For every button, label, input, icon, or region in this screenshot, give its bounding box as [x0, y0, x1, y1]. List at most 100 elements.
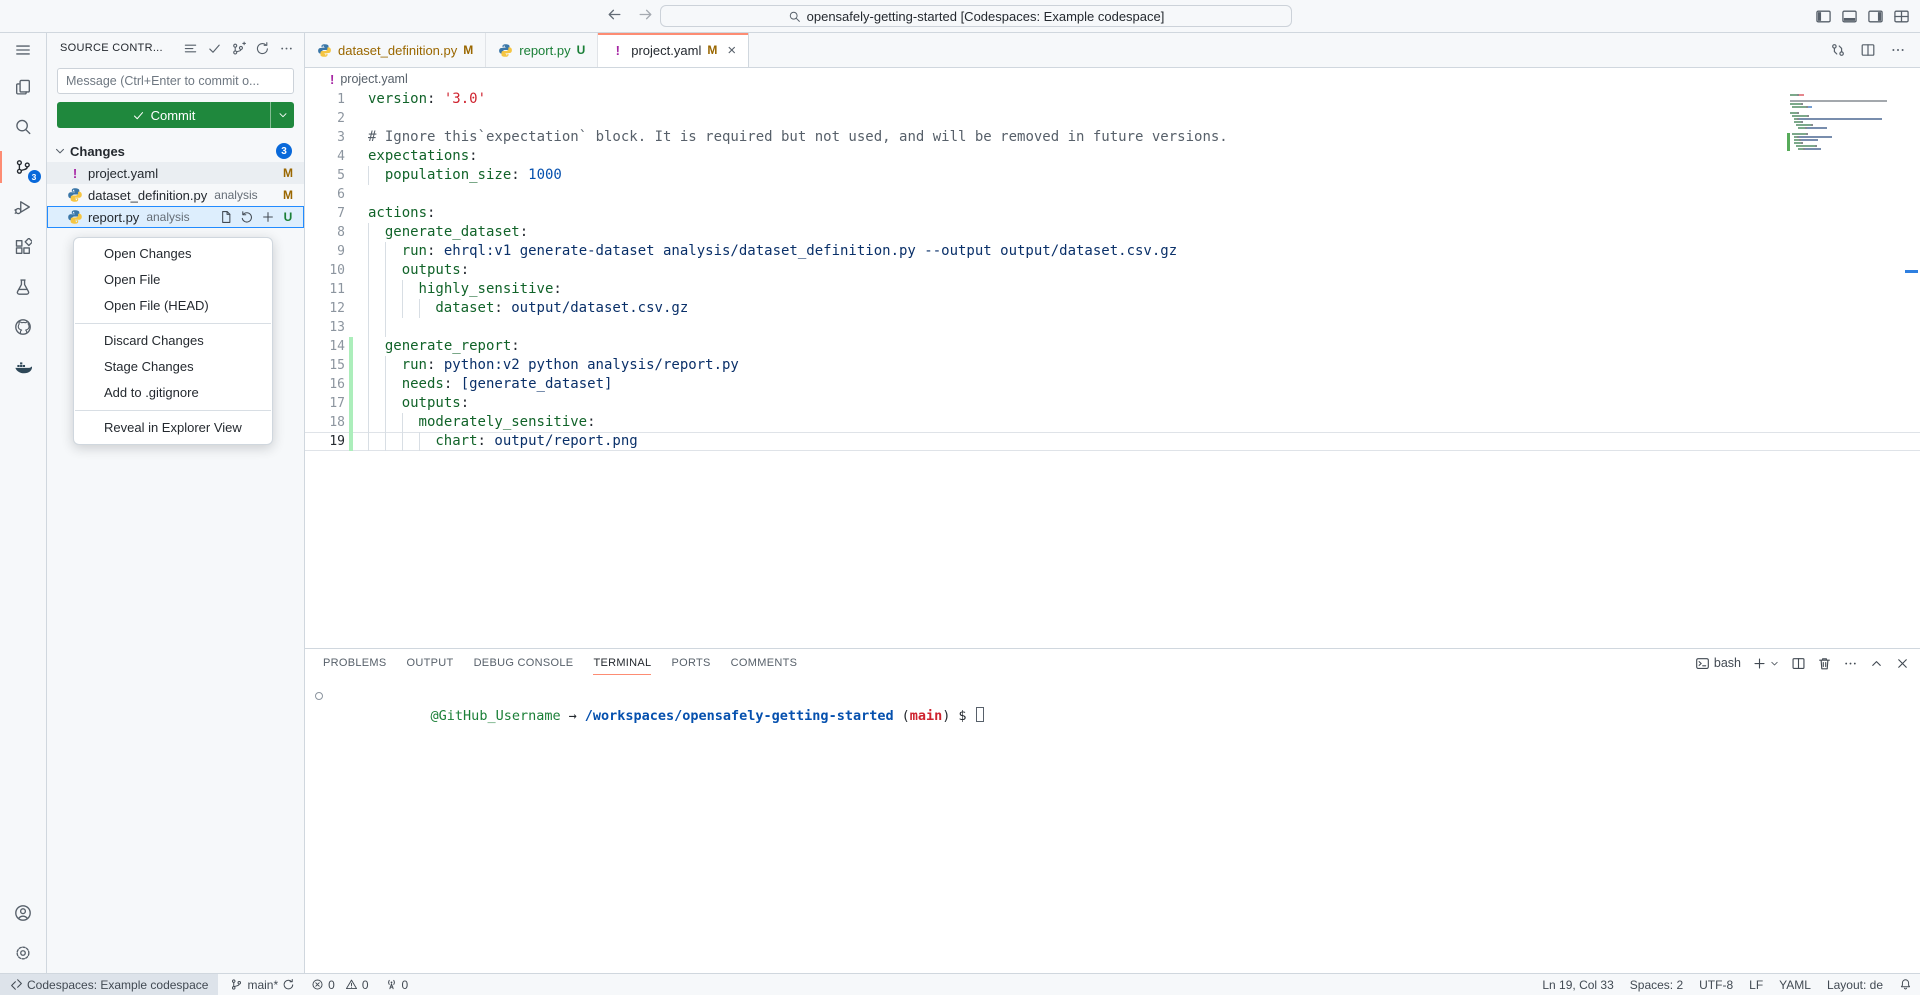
menu-item-stage-changes[interactable]: Stage Changes	[74, 354, 272, 380]
file-row-project-yaml[interactable]: !project.yamlM	[47, 162, 304, 184]
panel-tab-debug-console[interactable]: DEBUG CONSOLE	[474, 649, 574, 677]
code-line-11[interactable]: 11highly_sensitive:	[305, 280, 1920, 299]
indentation-indicator[interactable]: Spaces: 2	[1622, 974, 1691, 995]
panel-tab-comments[interactable]: COMMENTS	[731, 649, 798, 677]
problems-indicator[interactable]: 0 0	[303, 974, 376, 995]
customize-layout-icon[interactable]	[1893, 8, 1910, 25]
terminal-user: @GitHub_Username	[431, 708, 561, 724]
code-line-3[interactable]: 3# Ignore this`expectation` block. It is…	[305, 128, 1920, 147]
commit-button[interactable]: Commit	[57, 102, 294, 128]
code-line-14[interactable]: 14generate_report:	[305, 337, 1920, 356]
remote-indicator[interactable]: Codespaces: Example codespace	[0, 974, 218, 995]
title-bar: opensafely-getting-started [Codespaces: …	[0, 0, 1920, 33]
panel-more-actions-icon[interactable]	[1843, 656, 1858, 671]
commit-dropdown-button[interactable]	[270, 102, 294, 128]
menu-item-add-to-gitignore[interactable]: Add to .gitignore	[74, 380, 272, 406]
panel-tab-ports[interactable]: PORTS	[671, 649, 710, 677]
panel-tab-terminal[interactable]: TERMINAL	[593, 649, 651, 677]
menu-item-open-file-head[interactable]: Open File (HEAD)	[74, 293, 272, 319]
menu-button[interactable]	[0, 33, 47, 67]
code-line-4[interactable]: 4expectations:	[305, 147, 1920, 166]
panel-tab-problems[interactable]: PROBLEMS	[323, 649, 387, 677]
open-file-icon[interactable]	[219, 210, 233, 224]
more-actions-icon[interactable]	[279, 41, 294, 56]
language-indicator[interactable]: YAML	[1771, 974, 1819, 995]
code-line-15[interactable]: 15run: python:v2 python analysis/report.…	[305, 356, 1920, 375]
commit-message-input[interactable]	[57, 68, 294, 94]
close-icon[interactable]: ×	[727, 42, 736, 59]
settings-button[interactable]	[0, 933, 47, 973]
status-bar: Codespaces: Example codespace main* 0 0 …	[0, 973, 1920, 995]
sidebar-item-search[interactable]	[0, 107, 47, 147]
tab-project-yaml[interactable]: !project.yamlM×	[598, 33, 749, 67]
open-changes-icon[interactable]	[1830, 42, 1846, 58]
commit-icon[interactable]	[207, 41, 222, 56]
create-branch-icon[interactable]	[231, 41, 246, 56]
refresh-icon[interactable]	[255, 41, 270, 56]
layout-indicator[interactable]: Layout: de	[1819, 974, 1891, 995]
back-button[interactable]	[606, 6, 623, 23]
code-line-6[interactable]: 6	[305, 185, 1920, 204]
sidebar-item-run-debug[interactable]	[0, 187, 47, 227]
changes-section-header[interactable]: Changes 3	[47, 140, 304, 162]
file-row-report-py[interactable]: report.pyanalysisU	[47, 206, 304, 228]
toggle-sidebar-icon[interactable]	[1815, 8, 1832, 25]
sidebar-item-docker[interactable]	[0, 347, 47, 387]
code-line-12[interactable]: 12dataset: output/dataset.csv.gz	[305, 299, 1920, 318]
account-button[interactable]	[0, 893, 47, 933]
code-line-13[interactable]: 13	[305, 318, 1920, 337]
menu-item-open-file[interactable]: Open File	[74, 267, 272, 293]
cursor-position[interactable]: Ln 19, Col 33	[1534, 974, 1621, 995]
toggle-panel-icon[interactable]	[1841, 8, 1858, 25]
menu-item-discard-changes[interactable]: Discard Changes	[74, 328, 272, 354]
split-terminal-icon[interactable]	[1791, 656, 1806, 671]
terminal[interactable]: @GitHub_Username→/workspaces/opensafely-…	[305, 677, 1920, 973]
command-center-text: opensafely-getting-started [Codespaces: …	[807, 9, 1165, 24]
menu-item-open-changes[interactable]: Open Changes	[74, 241, 272, 267]
sidebar-item-source-control[interactable]: 3	[0, 147, 47, 187]
activity-bar: 3	[0, 33, 47, 973]
sidebar-item-explorer[interactable]	[0, 67, 47, 107]
code-line-18[interactable]: 18moderately_sensitive:	[305, 413, 1920, 432]
eol-indicator[interactable]: LF	[1741, 974, 1771, 995]
file-row-dataset-definition-py[interactable]: dataset_definition.pyanalysisM	[47, 184, 304, 206]
tab-report-py[interactable]: report.pyU	[486, 33, 598, 67]
minimap[interactable]	[1790, 94, 1904, 644]
panel-tab-output[interactable]: OUTPUT	[407, 649, 454, 677]
ports-indicator[interactable]: 0	[377, 974, 417, 995]
editor-more-actions-icon[interactable]	[1890, 42, 1906, 58]
branch-indicator[interactable]: main*	[222, 974, 303, 995]
python-icon	[67, 209, 83, 225]
terminal-shell-selector[interactable]: bash	[1695, 656, 1741, 671]
code-line-2[interactable]: 2	[305, 109, 1920, 128]
maximize-panel-icon[interactable]	[1869, 656, 1884, 671]
close-panel-icon[interactable]	[1895, 656, 1910, 671]
sidebar-item-extensions[interactable]	[0, 227, 47, 267]
command-center[interactable]: opensafely-getting-started [Codespaces: …	[660, 5, 1292, 27]
code-line-8[interactable]: 8generate_dataset:	[305, 223, 1920, 242]
code-line-17[interactable]: 17outputs:	[305, 394, 1920, 413]
toggle-secondary-sidebar-icon[interactable]	[1867, 8, 1884, 25]
stage-changes-icon[interactable]	[261, 210, 275, 224]
tab-dataset-definition-py[interactable]: dataset_definition.pyM	[305, 33, 486, 67]
view-sort-icon[interactable]	[183, 41, 198, 56]
code-line-19[interactable]: 19chart: output/report.png	[305, 432, 1920, 451]
new-terminal-button[interactable]	[1752, 656, 1780, 671]
notifications-button[interactable]	[1891, 974, 1920, 995]
code-editor[interactable]: 1version: '3.0'23# Ignore this`expectati…	[305, 90, 1920, 648]
breadcrumb[interactable]: ! project.yaml	[305, 68, 1920, 90]
code-line-7[interactable]: 7actions:	[305, 204, 1920, 223]
discard-changes-icon[interactable]	[240, 210, 254, 224]
forward-button[interactable]	[637, 6, 654, 23]
code-line-10[interactable]: 10outputs:	[305, 261, 1920, 280]
sidebar-item-github[interactable]	[0, 307, 47, 347]
code-line-5[interactable]: 5population_size: 1000	[305, 166, 1920, 185]
menu-item-reveal-in-explorer-view[interactable]: Reveal in Explorer View	[74, 415, 272, 441]
code-line-16[interactable]: 16needs: [generate_dataset]	[305, 375, 1920, 394]
kill-terminal-icon[interactable]	[1817, 656, 1832, 671]
split-editor-icon[interactable]	[1860, 42, 1876, 58]
sidebar-item-testing[interactable]	[0, 267, 47, 307]
code-line-9[interactable]: 9run: ehrql:v1 generate-dataset analysis…	[305, 242, 1920, 261]
encoding-indicator[interactable]: UTF-8	[1691, 974, 1741, 995]
code-line-1[interactable]: 1version: '3.0'	[305, 90, 1920, 109]
